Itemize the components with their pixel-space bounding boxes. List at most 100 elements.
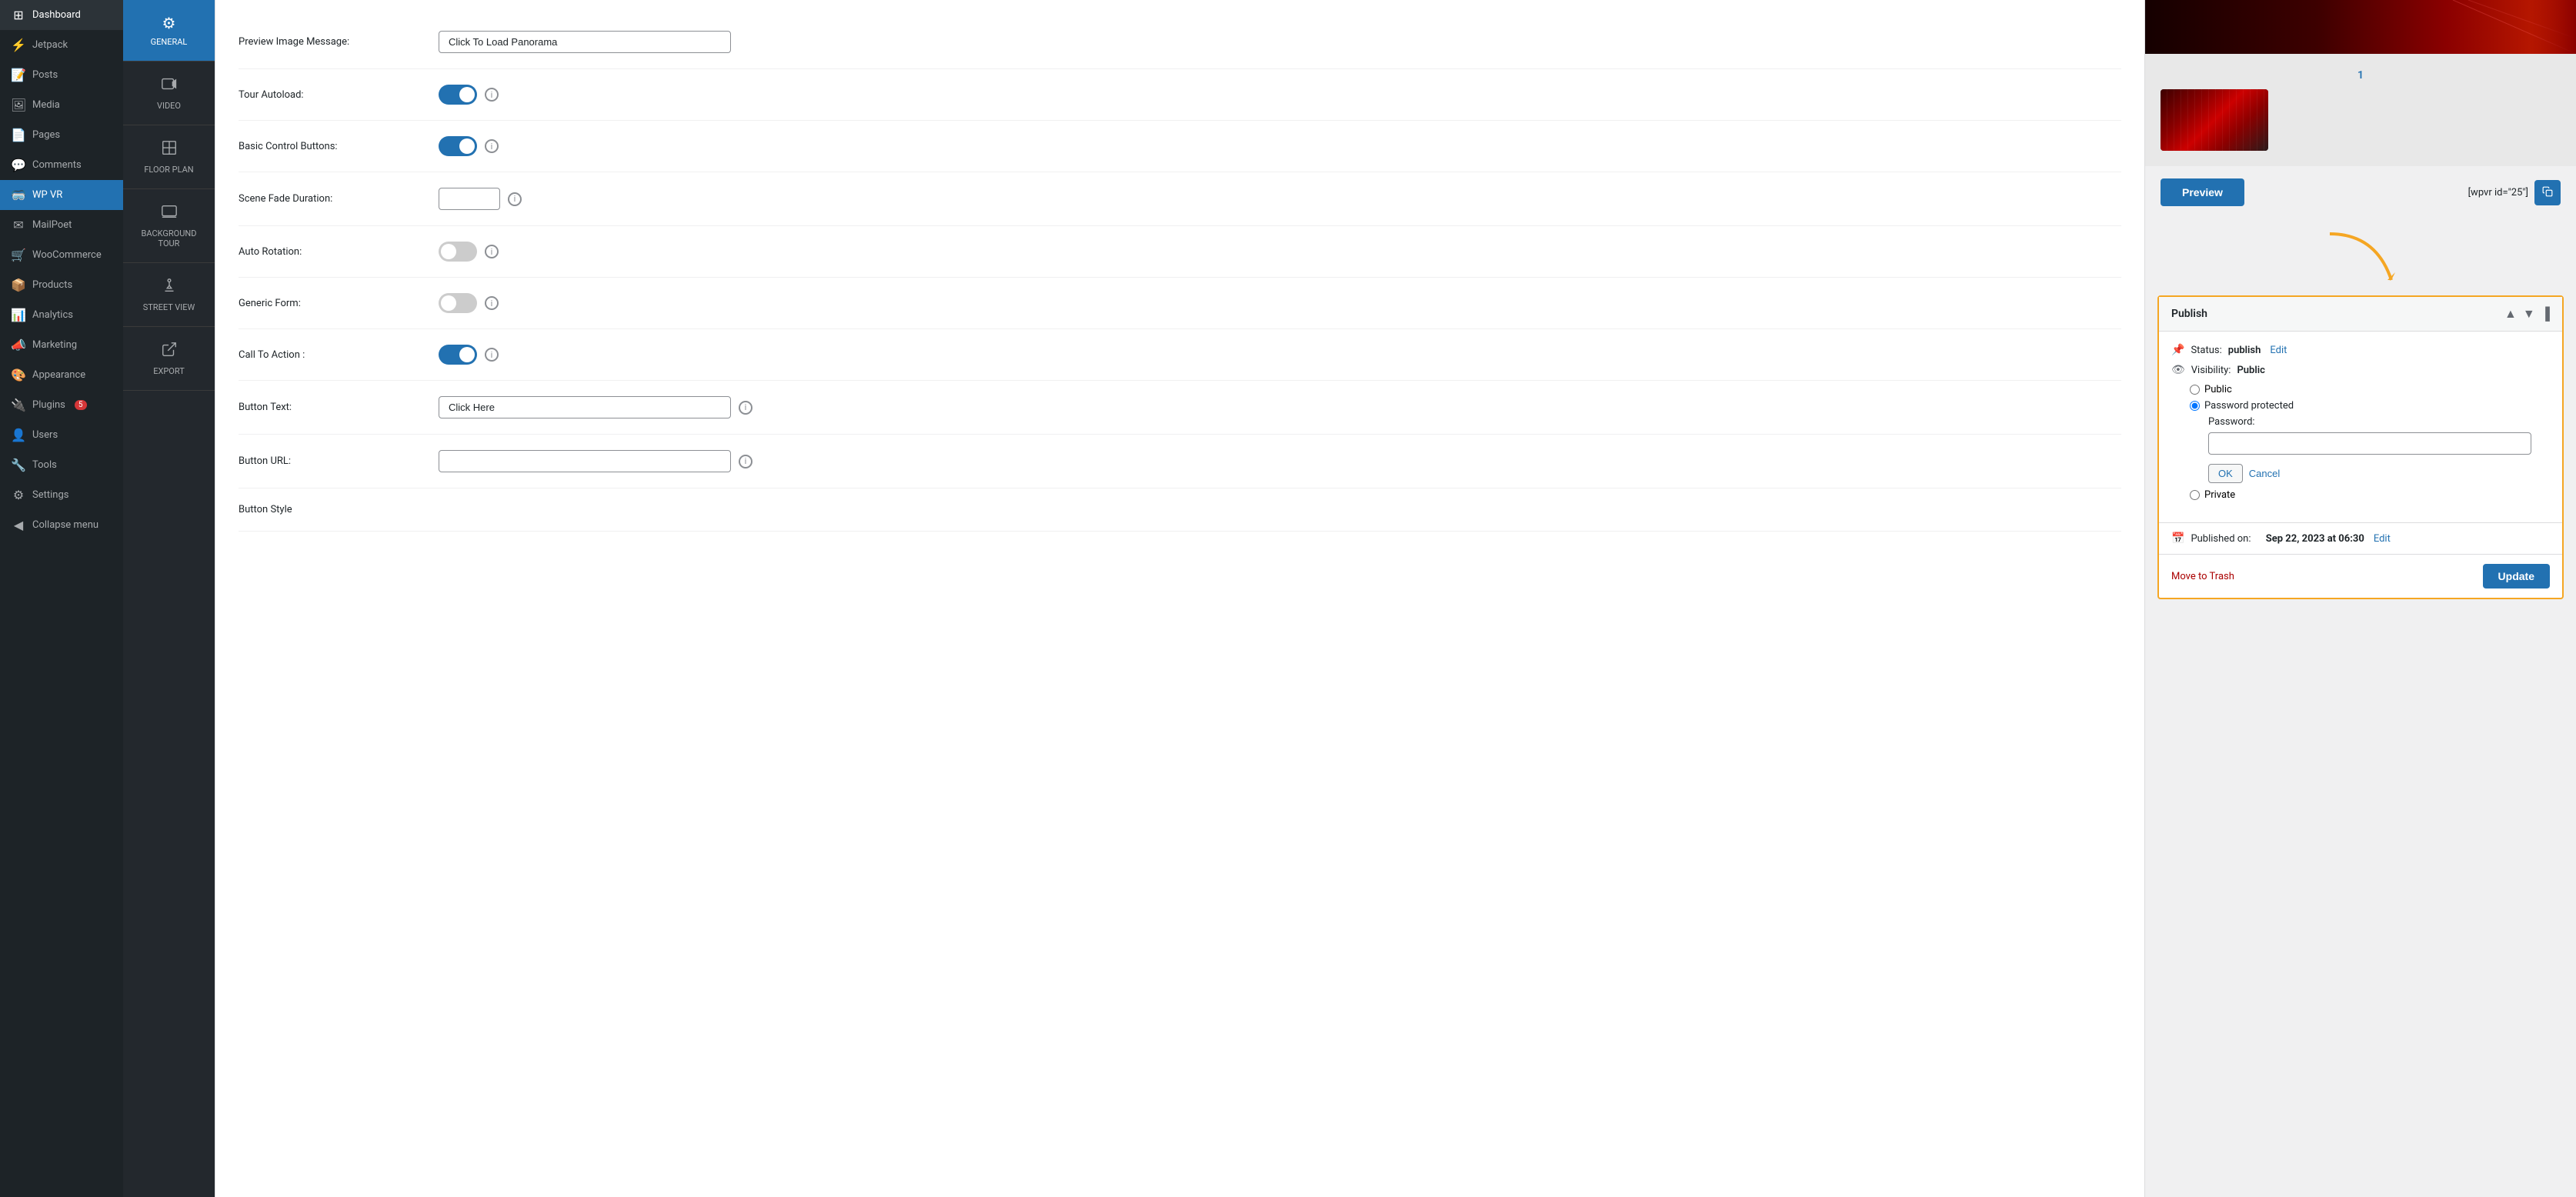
sidebar-item-label: Products	[32, 279, 72, 291]
sidebar-item-mailpoet[interactable]: ✉ MailPoet	[0, 210, 123, 240]
sidebar-item-users[interactable]: 👤 Users	[0, 420, 123, 450]
update-button[interactable]: Update	[2483, 564, 2550, 588]
radio-private-label: Private	[2204, 489, 2235, 501]
published-on-edit-link[interactable]: Edit	[2374, 533, 2391, 545]
sidebar-item-pages[interactable]: 📄 Pages	[0, 120, 123, 150]
status-label: Status:	[2191, 345, 2221, 356]
tour-autoload-control: i	[439, 85, 2121, 105]
sidebar-item-analytics[interactable]: 📊 Analytics	[0, 300, 123, 330]
subnav-label: FLOOR PLAN	[144, 165, 193, 175]
radio-public[interactable]: Public	[2190, 384, 2550, 395]
scene-fade-duration-label: Scene Fade Duration:	[239, 193, 439, 205]
generic-form-info[interactable]: i	[485, 296, 499, 310]
panorama-preview-box: 1	[2145, 54, 2576, 166]
generic-form-toggle[interactable]	[439, 293, 477, 313]
sidebar-item-label: Posts	[32, 69, 58, 81]
status-edit-link[interactable]: Edit	[2270, 345, 2287, 356]
publish-scrollbar-handle[interactable]: ▐	[2541, 306, 2550, 322]
password-input[interactable]	[2208, 432, 2531, 455]
preview-button[interactable]: Preview	[2161, 178, 2244, 206]
field-button-url: Button URL: i	[239, 435, 2121, 488]
call-to-action-control: i	[439, 345, 2121, 365]
arrow-container	[2145, 218, 2576, 295]
status-value: publish	[2228, 345, 2261, 356]
sidebar-item-plugins[interactable]: 🔌 Plugins 5	[0, 390, 123, 420]
publish-chevron-down[interactable]: ▼	[2523, 306, 2535, 322]
sidebar-item-marketing[interactable]: 📣 Marketing	[0, 330, 123, 360]
basic-control-buttons-info[interactable]: i	[485, 139, 499, 153]
basic-control-buttons-control: i	[439, 136, 2121, 156]
generic-form-label: Generic Form:	[239, 298, 439, 309]
scene-fade-duration-control: i	[439, 188, 2121, 210]
publish-box: Publish ▲ ▼ ▐ 📌 Status: publish Edit �	[2157, 295, 2564, 599]
panorama-preview-top	[2145, 0, 2576, 54]
field-button-text: Button Text: i	[239, 381, 2121, 435]
sidebar-item-label: WooCommerce	[32, 249, 102, 261]
call-to-action-toggle[interactable]	[439, 345, 477, 365]
subnav-item-video[interactable]: VIDEO	[123, 62, 215, 125]
preview-image-message-input[interactable]	[439, 31, 731, 53]
sidebar-item-products[interactable]: 📦 Products	[0, 270, 123, 300]
orange-arrow	[2314, 226, 2407, 288]
sidebar-item-collapse[interactable]: ◀ Collapse menu	[0, 510, 123, 540]
radio-public-label: Public	[2204, 384, 2232, 395]
sidebar-item-settings[interactable]: ⚙ Settings	[0, 480, 123, 510]
radio-password-protected[interactable]: Password protected	[2190, 400, 2550, 412]
auto-rotation-toggle[interactable]	[439, 242, 477, 262]
settings-icon: ⚙	[11, 488, 26, 502]
tools-icon: 🔧	[11, 458, 26, 472]
call-to-action-info[interactable]: i	[485, 348, 499, 362]
visibility-label: Visibility:	[2191, 365, 2231, 376]
subnav-item-general[interactable]: ⚙ GENERAL	[123, 0, 215, 62]
subnav-item-street-view[interactable]: STREET VIEW	[123, 263, 215, 327]
radio-private[interactable]: Private	[2190, 489, 2550, 501]
plugins-icon: 🔌	[11, 398, 26, 412]
basic-control-buttons-toggle[interactable]	[439, 136, 477, 156]
button-text-input[interactable]	[439, 396, 731, 418]
sidebar-item-appearance[interactable]: 🎨 Appearance	[0, 360, 123, 390]
sidebar-item-media[interactable]: 🖼 Media	[0, 90, 123, 120]
copy-shortcode-button[interactable]	[2534, 180, 2561, 205]
publish-title: Publish	[2171, 308, 2207, 320]
sidebar-item-label: Appearance	[32, 369, 85, 381]
scene-fade-duration-info[interactable]: i	[508, 192, 522, 206]
collapse-icon: ◀	[11, 518, 26, 532]
ok-button[interactable]: OK	[2208, 464, 2243, 483]
plugins-badge: 5	[75, 400, 87, 410]
generic-form-control: i	[439, 293, 2121, 313]
subnav-label: STREET VIEW	[143, 302, 195, 312]
sidebar-item-label: Plugins	[32, 399, 65, 411]
sidebar-item-jetpack[interactable]: ⚡ Jetpack	[0, 30, 123, 60]
auto-rotation-info[interactable]: i	[485, 245, 499, 258]
sidebar-item-posts[interactable]: 📝 Posts	[0, 60, 123, 90]
right-panel: 1 Preview [wpvr id="25"]	[2145, 0, 2576, 1197]
sidebar-item-tools[interactable]: 🔧 Tools	[0, 450, 123, 480]
calendar-icon: 📅	[2171, 532, 2184, 545]
subnav-item-background-tour[interactable]: BACKGROUND TOUR	[123, 189, 215, 263]
sidebar-item-comments[interactable]: 💬 Comments	[0, 150, 123, 180]
radio-password-protected-label: Password protected	[2204, 400, 2294, 412]
tour-autoload-info[interactable]: i	[485, 88, 499, 102]
sidebar-item-label: Marketing	[32, 339, 77, 351]
publish-status-row: 📌 Status: publish Edit	[2171, 344, 2550, 356]
subnav-item-export[interactable]: EXPORT	[123, 327, 215, 391]
status-icon: 📌	[2171, 344, 2184, 356]
button-style-label: Button Style	[239, 504, 439, 515]
button-text-info[interactable]: i	[739, 401, 752, 415]
button-url-input[interactable]	[439, 450, 731, 472]
sidebar-item-woocommerce[interactable]: 🛒 WooCommerce	[0, 240, 123, 270]
tour-autoload-toggle[interactable]	[439, 85, 477, 105]
move-to-trash-link[interactable]: Move to Trash	[2171, 571, 2234, 582]
sidebar-item-wpvr[interactable]: 🥽 WP VR	[0, 180, 123, 210]
scene-fade-duration-input[interactable]	[439, 188, 500, 210]
mailpoet-icon: ✉	[11, 218, 26, 232]
cancel-button[interactable]: Cancel	[2249, 464, 2280, 483]
button-text-control: i	[439, 396, 2121, 418]
button-url-info[interactable]: i	[739, 455, 752, 468]
visibility-icon: 👁	[2171, 364, 2185, 376]
subnav-item-floorplan[interactable]: FLOOR PLAN	[123, 125, 215, 189]
sidebar-item-dashboard[interactable]: ⊞ Dashboard	[0, 0, 123, 30]
visibility-options: Public Password protected Password: OK C…	[2190, 384, 2550, 501]
publish-visibility-row: 👁 Visibility: Public	[2171, 364, 2550, 376]
publish-chevron-up[interactable]: ▲	[2504, 306, 2517, 322]
